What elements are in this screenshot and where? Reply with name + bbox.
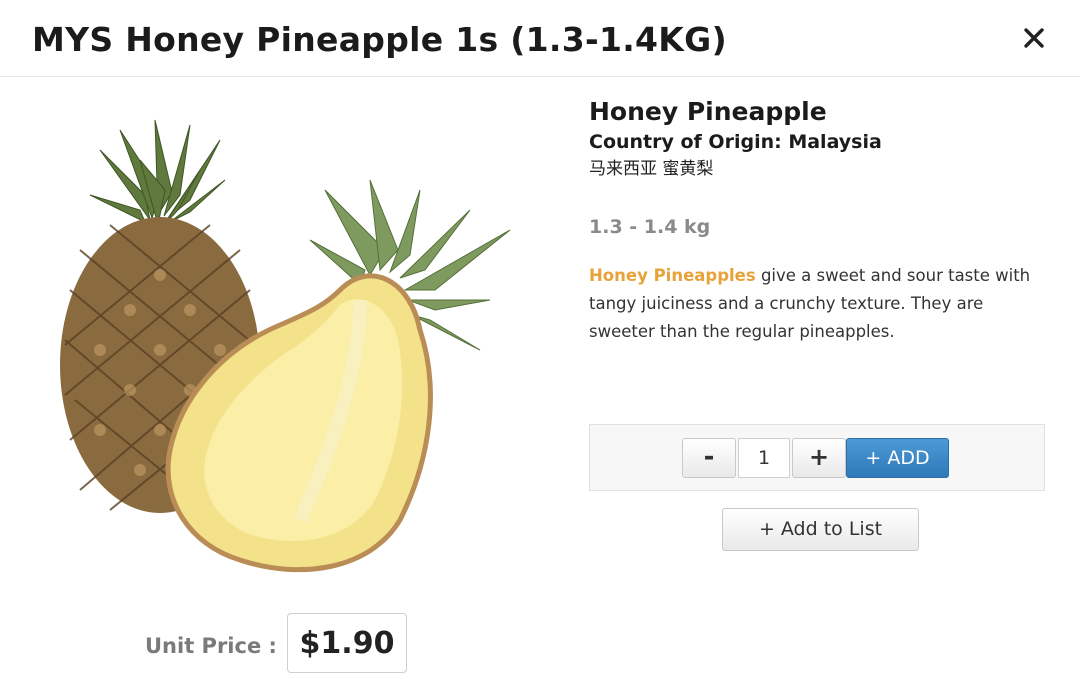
- product-description: Honey Pineapples give a sweet and sour t…: [589, 262, 1049, 346]
- quantity-input[interactable]: [738, 438, 790, 478]
- close-icon[interactable]: [1022, 26, 1046, 50]
- product-name: Honey Pineapple: [589, 97, 827, 126]
- product-info: Honey Pineapple Country of Origin: Malay…: [589, 96, 1049, 346]
- increase-quantity-button[interactable]: +: [792, 438, 846, 478]
- modal-title: MYS Honey Pineapple 1s (1.3-1.4KG): [32, 20, 727, 59]
- modal-header: MYS Honey Pineapple 1s (1.3-1.4KG): [0, 0, 1080, 77]
- add-to-list-button[interactable]: + Add to List: [722, 508, 919, 551]
- pineapple-crown: [89, 119, 226, 226]
- product-modal: MYS Honey Pineapple 1s (1.3-1.4KG) Unit …: [0, 0, 1080, 679]
- description-highlight: Honey Pineapples: [589, 266, 756, 285]
- unit-price-value: $1.90: [299, 626, 395, 661]
- country-of-origin: Country of Origin: Malaysia: [589, 131, 882, 153]
- product-weight: 1.3 - 1.4 kg: [589, 216, 711, 238]
- product-image: [40, 100, 540, 600]
- decrease-quantity-button[interactable]: -: [682, 438, 736, 478]
- add-to-cart-button[interactable]: + ADD: [846, 438, 949, 478]
- unit-price-box: $1.90: [287, 613, 407, 673]
- unit-price-label: Unit Price :: [145, 634, 277, 658]
- add-to-cart-bar: - + + ADD: [589, 424, 1045, 491]
- product-chinese-name: 马来西亚 蜜黄梨: [589, 159, 714, 179]
